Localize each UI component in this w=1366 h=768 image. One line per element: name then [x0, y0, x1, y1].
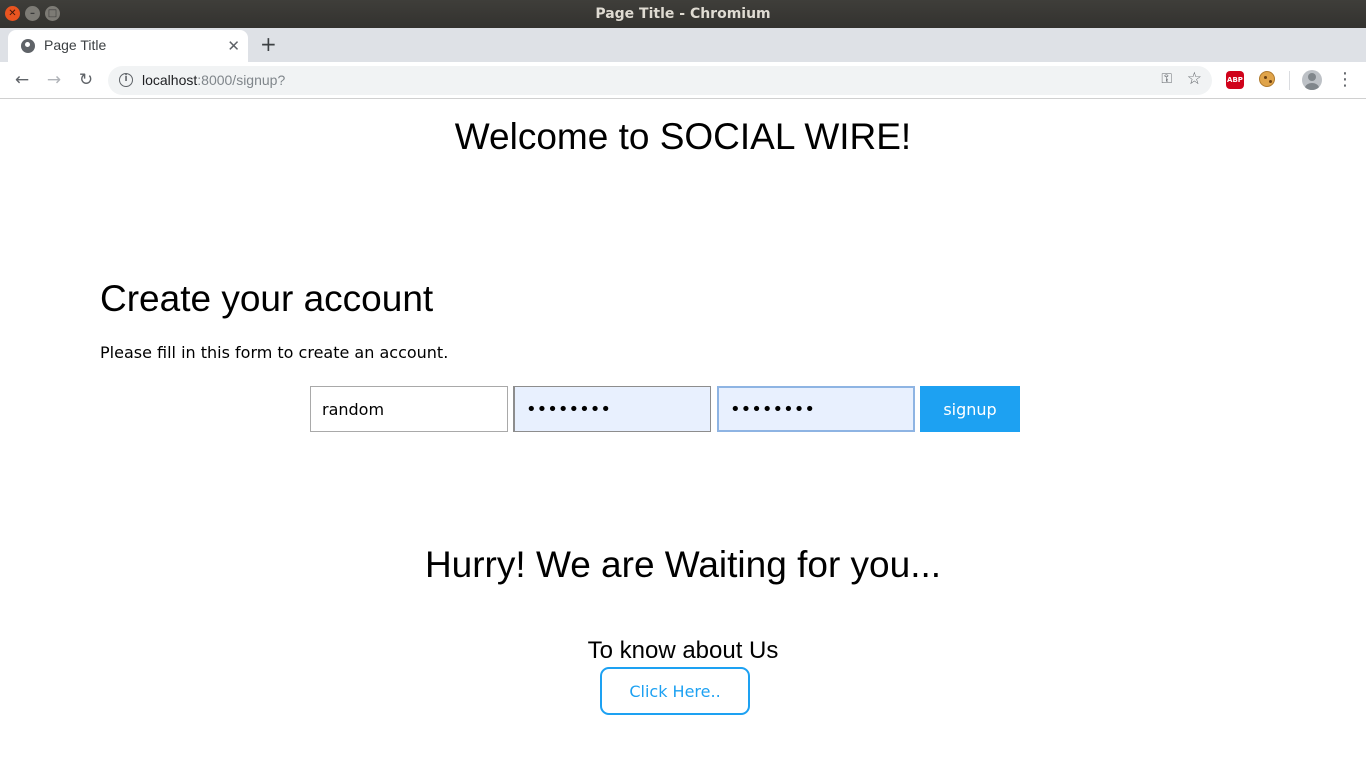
username-field[interactable] [310, 386, 508, 432]
cookie-icon[interactable] [1259, 71, 1275, 87]
url-text[interactable]: localhost:8000/signup? [142, 72, 285, 88]
tab-title: Page Title [44, 37, 107, 53]
toolbar-divider [1289, 71, 1290, 90]
info-icon[interactable]: i [119, 73, 133, 87]
profile-avatar-icon[interactable] [1302, 70, 1322, 90]
welcome-heading: Welcome to SOCIAL WIRE! [454, 116, 912, 157]
address-bar[interactable]: i localhost:8000/signup? ⚿ ☆ [108, 66, 1212, 95]
forward-button[interactable]: → [42, 68, 66, 92]
form-instructions: Please fill in this form to create an ac… [100, 343, 449, 362]
globe-icon [21, 39, 35, 53]
hurry-heading: Hurry! We are Waiting for you... [424, 544, 942, 585]
menu-dots-icon[interactable]: ⋮ [1336, 68, 1354, 92]
tab-strip: Page Title ✕ + [0, 28, 1366, 62]
url-host: localhost [142, 72, 198, 88]
password-field[interactable] [513, 386, 711, 432]
click-here-button[interactable]: Click Here.. [600, 667, 750, 715]
close-icon[interactable]: ✕ [227, 37, 240, 55]
new-tab-button[interactable]: + [260, 33, 277, 55]
browser-toolbar: ← → ↻ i localhost:8000/signup? ⚿ ☆ ABP ⋮ [0, 62, 1366, 99]
confirm-password-field[interactable] [717, 386, 915, 432]
window-title: Page Title - Chromium [595, 6, 771, 22]
browser-tab[interactable]: Page Title ✕ [8, 30, 248, 62]
key-icon[interactable]: ⚿ [1161, 71, 1172, 87]
back-button[interactable]: ← [10, 68, 34, 92]
bookmark-star-icon[interactable]: ☆ [1187, 69, 1202, 89]
create-account-heading: Create your account [100, 278, 434, 319]
reload-button[interactable]: ↻ [74, 68, 98, 92]
page-content: Welcome to SOCIAL WIRE! Create your acco… [0, 100, 1366, 768]
url-path: :8000/signup? [197, 72, 286, 88]
signup-button[interactable]: signup [920, 386, 1020, 432]
adblock-icon[interactable]: ABP [1226, 71, 1244, 89]
know-about-text: To know about Us [587, 637, 779, 664]
window-titlebar: ✕ – □ Page Title - Chromium [0, 0, 1366, 28]
